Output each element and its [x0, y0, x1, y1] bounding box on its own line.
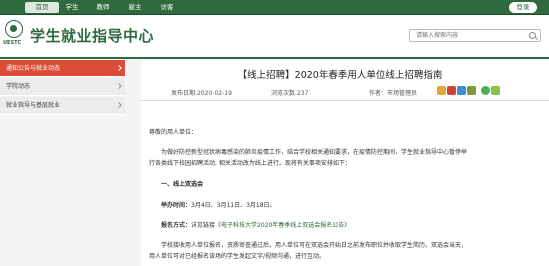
section-heading: 一、线上双选会: [161, 181, 204, 188]
search-icon[interactable]: [529, 32, 536, 39]
logo-text: UESTC: [3, 40, 22, 46]
sidebar-item-notices[interactable]: 通知公告与就业动态: [0, 60, 125, 77]
sidebar-item-career-guidance[interactable]: 就业指导与基层就业: [0, 97, 125, 115]
paragraph-line: 学校接收用人单位报名，资质审查通过后，用人单位可在双选会开始日之前发布职位并收取…: [161, 242, 468, 249]
share-wechat-icon[interactable]: [481, 86, 490, 95]
share-weibo-icon[interactable]: [447, 86, 456, 95]
sidebar-item-college-news[interactable]: 学院动态: [0, 78, 125, 96]
share-douban-icon[interactable]: [467, 86, 476, 95]
share-qzone-icon[interactable]: [437, 86, 446, 95]
signup-label: 报名方式：: [161, 222, 192, 229]
time-label: 举办时间：: [161, 202, 192, 209]
signup-method: 报名方式：详见链接《电子科技大学2020年春季线上双选会报名公告》: [161, 221, 350, 232]
university-logo-icon[interactable]: [5, 20, 23, 38]
nav-visitors[interactable]: 访客: [157, 0, 177, 15]
nav-employers[interactable]: 雇主: [125, 0, 145, 15]
event-time: 举办时间：3月4日、3月11日、3月18日。: [161, 201, 276, 212]
login-button[interactable]: 登录: [509, 2, 537, 13]
paragraph-line: 为做好防控新型冠状病毒感染的肺炎疫情工作，结合学校相关通知要求，在疫情防控期间，…: [161, 149, 468, 156]
sidebar-item-label: 通知公告与就业动态: [6, 65, 61, 72]
nav-home[interactable]: 首页: [25, 2, 59, 13]
sidebar-item-label: 就业指导与基层就业: [6, 102, 61, 109]
author: 作者：市场管理员: [369, 90, 418, 97]
article-title: 【线上招聘】2020年春季用人单位线上招聘指南: [237, 70, 443, 81]
site-title[interactable]: 学生就业指导中心: [30, 25, 154, 46]
chevron-right-icon: [116, 102, 122, 108]
sidebar: 通知公告与就业动态 学院动态 就业指导与基层就业: [0, 60, 125, 115]
nav-students[interactable]: 学生: [62, 0, 82, 15]
search-input[interactable]: [416, 31, 516, 40]
search-box: [409, 29, 541, 42]
share-tencent-icon[interactable]: [457, 86, 466, 95]
share-more-icon[interactable]: [491, 86, 500, 95]
time-value: 3月4日、3月11日、3月18日。: [191, 202, 276, 209]
nav-teachers[interactable]: 教师: [93, 0, 113, 15]
chevron-right-icon: [116, 83, 122, 89]
site-header: UESTC 学生就业指导中心: [0, 15, 549, 59]
view-count: 浏览次数:237: [271, 90, 309, 97]
publish-date: 发布日期:2020-02-19: [171, 90, 232, 97]
signup-link[interactable]: 《电子科技大学2020年春季线上双选会报名公告》: [215, 222, 350, 229]
signup-prefix: 详见链接: [191, 222, 216, 229]
sidebar-item-label: 学院动态: [6, 83, 31, 90]
chevron-right-icon: [116, 65, 122, 71]
article-panel: 【线上招聘】2020年春季用人单位线上招聘指南 发布日期:2020-02-19 …: [141, 60, 549, 266]
divider: [141, 100, 549, 101]
paragraph-line: 用人单位可对已经报名该场的学生发起文字/视频沟通，进行互动。: [149, 253, 326, 260]
paragraph-line: 行各类线下校园招聘活动, 相关活动改为线上进行。现将有关事项安排如下：: [149, 160, 351, 167]
top-nav: 首页 学生 教师 雇主 访客 登录: [0, 0, 549, 15]
greeting: 尊敬的用人单位：: [149, 129, 198, 136]
